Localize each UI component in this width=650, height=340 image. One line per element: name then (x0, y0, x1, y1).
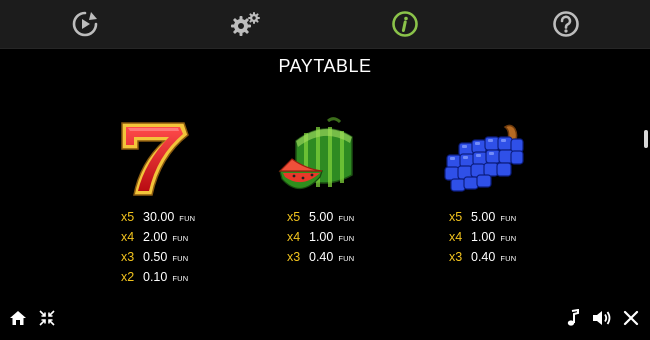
payout-row: x2 0.10 FUN (121, 270, 241, 290)
settings-gear-icon[interactable] (229, 9, 263, 39)
multiplier: x5 (449, 210, 463, 224)
paytable-title: PAYTABLE (278, 56, 372, 76)
payout-row: x4 1.00 FUN (449, 230, 569, 250)
multiplier: x5 (121, 210, 135, 224)
home-icon[interactable] (7, 307, 29, 329)
payout-value: 0.40 (471, 250, 496, 264)
currency-unit: FUN (172, 234, 189, 243)
payout-row: x5 5.00 FUN (287, 210, 407, 230)
help-question-icon[interactable] (551, 9, 581, 39)
grapes-symbol-icon (441, 113, 541, 203)
payout-value: 5.00 (309, 210, 334, 224)
payout-value: 1.00 (309, 230, 334, 244)
sound-icon[interactable] (591, 307, 613, 329)
currency-unit: FUN (338, 234, 355, 243)
seven-payouts: x5 30.00 FUN x4 2.00 FUN x3 0.50 FUN x2 … (121, 210, 241, 290)
payout-row: x4 1.00 FUN (287, 230, 407, 250)
currency-unit: FUN (500, 254, 517, 263)
payout-row: x4 2.00 FUN (121, 230, 241, 250)
multiplier: x3 (449, 250, 463, 264)
multiplier: x5 (287, 210, 301, 224)
minimize-icon[interactable] (36, 307, 58, 329)
payout-row: x3 0.40 FUN (287, 250, 407, 270)
payout-value: 2.00 (143, 230, 168, 244)
payout-row: x3 0.40 FUN (449, 250, 569, 270)
currency-unit: FUN (338, 214, 355, 223)
payout-row: x3 0.50 FUN (121, 250, 241, 270)
scrollbar[interactable] (643, 48, 650, 296)
multiplier: x2 (121, 270, 135, 284)
currency-unit: FUN (500, 234, 517, 243)
info-icon[interactable] (390, 9, 420, 39)
scroll-thumb[interactable] (644, 130, 648, 148)
currency-unit: FUN (172, 274, 189, 283)
watermelon-payouts: x5 5.00 FUN x4 1.00 FUN x3 0.40 FUN (287, 210, 407, 270)
payout-value: 0.10 (143, 270, 168, 284)
payout-value: 0.50 (143, 250, 168, 264)
payout-value: 1.00 (471, 230, 496, 244)
payout-value: 30.00 (143, 210, 175, 224)
multiplier: x3 (287, 250, 301, 264)
seven-symbol-icon (108, 113, 208, 203)
watermelon-symbol-icon (276, 113, 376, 203)
multiplier: x4 (287, 230, 301, 244)
currency-unit: FUN (338, 254, 355, 263)
music-icon[interactable] (562, 307, 584, 329)
payout-row: x5 5.00 FUN (449, 210, 569, 230)
grapes-payouts: x5 5.00 FUN x4 1.00 FUN x3 0.40 FUN (449, 210, 569, 270)
payout-value: 0.40 (309, 250, 334, 264)
currency-unit: FUN (179, 214, 196, 223)
currency-unit: FUN (500, 214, 517, 223)
multiplier: x3 (121, 250, 135, 264)
multiplier: x4 (121, 230, 135, 244)
payout-value: 5.00 (471, 210, 496, 224)
replay-icon[interactable] (70, 9, 100, 39)
currency-unit: FUN (172, 254, 189, 263)
payout-row: x5 30.00 FUN (121, 210, 241, 230)
top-toolbar (0, 0, 650, 49)
close-icon[interactable] (620, 307, 642, 329)
multiplier: x4 (449, 230, 463, 244)
